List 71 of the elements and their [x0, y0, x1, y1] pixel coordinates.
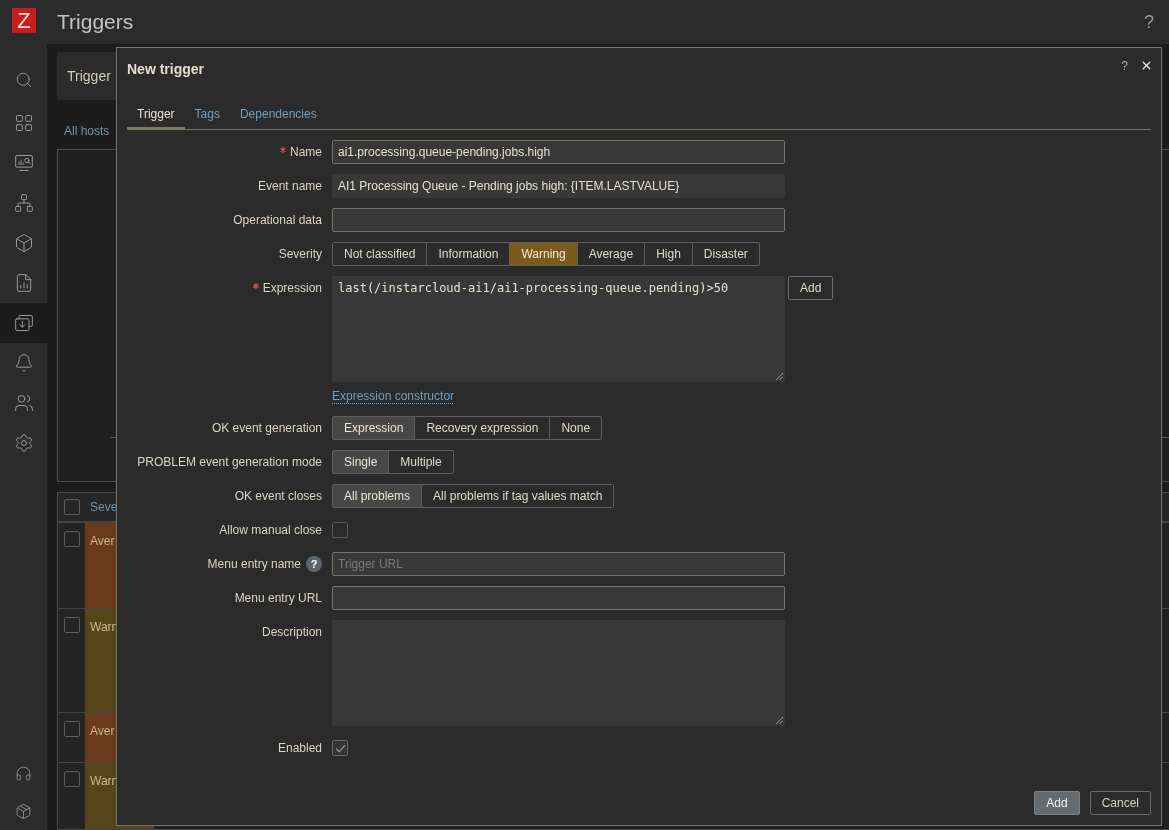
field-label: Enabled	[277, 740, 322, 757]
filter-tab[interactable]: Trigger	[57, 52, 117, 100]
column-header[interactable]: Seve	[85, 498, 118, 516]
toggle-option[interactable]: Single	[332, 450, 390, 474]
resize-grip-icon	[775, 716, 783, 724]
tab[interactable]: Trigger	[127, 100, 185, 130]
package-icon	[15, 802, 32, 820]
checkbox[interactable]	[63, 771, 80, 787]
secondary-button[interactable]: Cancel	[1089, 791, 1151, 815]
resize-grip-icon	[775, 372, 783, 380]
toggle-option[interactable]: Multiple	[389, 450, 454, 474]
tab[interactable]: Dependencies	[229, 100, 327, 130]
field-label: Severity	[278, 246, 322, 263]
field-label: Description	[261, 624, 322, 641]
checkbox[interactable]	[63, 499, 80, 515]
severity-option[interactable]: Average	[577, 242, 646, 266]
toggle-option[interactable]: All problems	[332, 484, 423, 508]
tab[interactable]: Tags	[184, 100, 230, 130]
checkbox[interactable]	[332, 522, 348, 538]
toggle-option[interactable]: Expression	[332, 416, 416, 440]
primary-button[interactable]: Add	[1034, 791, 1080, 815]
description-field[interactable]	[332, 620, 785, 726]
readonly-field[interactable]: AI1 Processing Queue - Pending jobs high: {ITEM.LASTVALUE}	[332, 174, 785, 198]
severity-option[interactable]: High	[645, 242, 693, 266]
dialog-title: New trigger	[127, 60, 204, 77]
download-windows-icon	[13, 313, 34, 333]
toggle-option[interactable]: All problems if tag values match	[422, 484, 615, 508]
checkbox[interactable]	[63, 721, 80, 737]
field-label: Name	[290, 144, 322, 161]
field-label: Expression	[262, 280, 322, 297]
close-icon[interactable]	[1140, 59, 1153, 72]
hierarchy-icon	[13, 193, 34, 213]
severity-option[interactable]: Disaster	[692, 242, 760, 266]
checkbox[interactable]	[332, 740, 348, 756]
field-label: OK event generation	[211, 420, 322, 437]
headphones-icon	[15, 764, 32, 782]
text-field[interactable]: Trigger URL	[332, 552, 785, 576]
severity-option[interactable]: Warning	[510, 242, 578, 266]
toggle-option[interactable]: Recovery expression	[415, 416, 551, 440]
logo[interactable]: Z	[12, 8, 36, 33]
field-label: PROBLEM event generation mode	[137, 454, 322, 471]
expression-constructor-link[interactable]: Expression constructor	[332, 387, 455, 405]
help-icon[interactable]: ?	[306, 556, 322, 572]
help-link[interactable]: ?	[1121, 56, 1128, 75]
sidebar-item[interactable]	[0, 303, 47, 343]
field-label: Allow manual close	[219, 522, 322, 539]
checkmark-icon	[334, 743, 346, 753]
checkbox[interactable]	[63, 531, 80, 547]
help-link[interactable]: ?	[1144, 8, 1154, 36]
checkbox[interactable]	[63, 617, 80, 633]
severity-option[interactable]: Not classified	[332, 242, 428, 266]
toggle-option[interactable]: None	[550, 416, 603, 440]
users-icon	[13, 393, 34, 413]
field-label: Menu entry URL	[234, 590, 322, 607]
search-icon	[14, 71, 33, 89]
add-expression-button[interactable]: Add	[788, 276, 834, 300]
cube-icon	[13, 233, 34, 253]
field-label: OK event closes	[234, 488, 322, 505]
field-label: Operational data	[233, 212, 322, 229]
text-field[interactable]	[332, 208, 785, 232]
grid-icon	[13, 113, 34, 133]
bell-icon	[13, 353, 34, 373]
field-label: Menu entry name	[207, 556, 301, 573]
text-field[interactable]: ai1.processing.queue-pending.jobs.high	[332, 140, 785, 164]
page-title: Triggers	[57, 9, 134, 36]
hosts-link[interactable]: All hosts	[64, 122, 110, 140]
field-label: Event name	[257, 178, 322, 195]
expression-field[interactable]: last(/instarcloud-ai1/ai1-processing-queue.pending)>50	[332, 276, 785, 382]
text-field[interactable]	[332, 586, 785, 610]
settings-icon	[13, 433, 34, 453]
monitor-chart-icon	[13, 153, 34, 173]
